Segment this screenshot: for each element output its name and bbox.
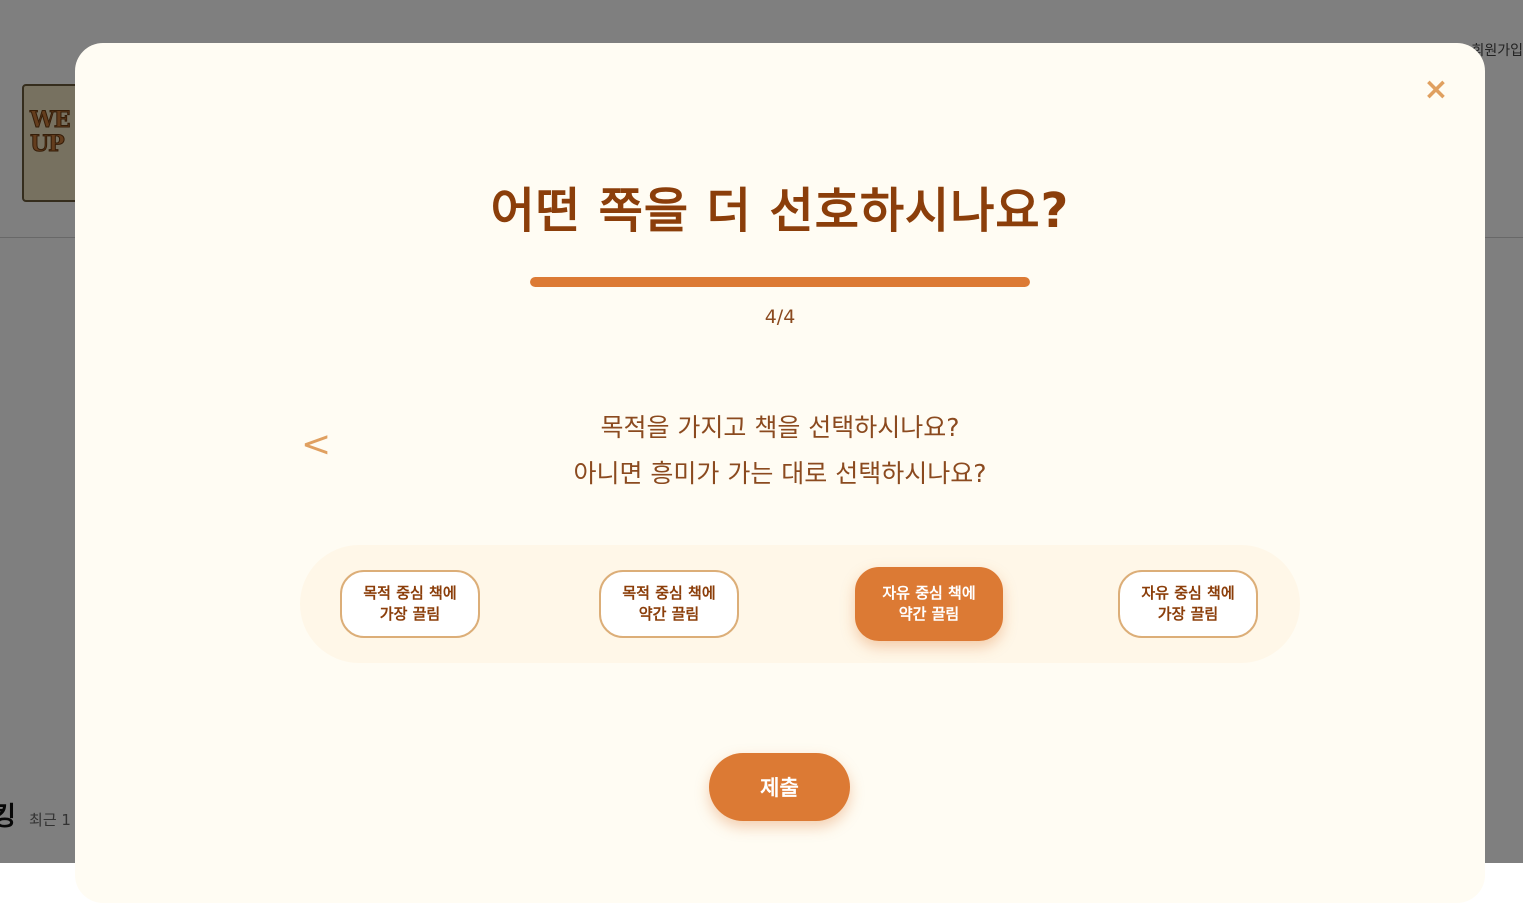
option-free-slight[interactable]: 자유 중심 책에 약간 끌림 [855,567,1003,641]
option-line-1: 자유 중심 책에 [1141,584,1235,602]
option-purpose-slight[interactable]: 목적 중심 책에 약간 끌림 [599,570,739,638]
option-line-1: 목적 중심 책에 [363,584,457,602]
question-line-2: 아니면 흥미가 가는 대로 선택하시나요? [573,459,987,488]
option-line-2: 약간 끌림 [898,605,960,623]
option-line-1: 목적 중심 책에 [622,584,716,602]
option-purpose-strong[interactable]: 목적 중심 책에 가장 끌림 [340,570,480,638]
option-line-2: 가장 끌림 [1157,605,1219,623]
progress-bar [530,277,1030,287]
option-line-2: 가장 끌림 [379,605,441,623]
submit-button[interactable]: 제출 [709,753,850,821]
question-line-1: 목적을 가지고 책을 선택하시나요? [600,413,960,442]
modal-title: 어떤 쪽을 더 선호하시나요? [490,183,1070,239]
question-text: 목적을 가지고 책을 선택하시나요? 아니면 흥미가 가는 대로 선택하시나요? [75,405,1485,497]
close-icon[interactable]: × [1420,72,1452,107]
answer-options: 목적 중심 책에 가장 끌림 목적 중심 책에 약간 끌림 자유 중심 책에 약… [300,545,1300,663]
preference-survey-modal: × 어떤 쪽을 더 선호하시나요? 4/4 < 목적을 가지고 책을 선택하시나… [75,43,1485,903]
option-free-strong[interactable]: 자유 중심 책에 가장 끌림 [1118,570,1258,638]
progress-label: 4/4 [764,306,796,328]
option-line-1: 자유 중심 책에 [882,584,976,602]
progress-bar-fill [530,277,1030,287]
option-line-2: 약간 끌림 [638,605,700,623]
